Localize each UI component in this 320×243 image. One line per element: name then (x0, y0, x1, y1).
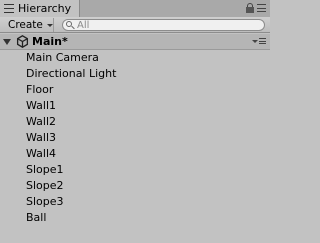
search-field[interactable] (62, 19, 265, 31)
tab-controls (246, 2, 266, 14)
lock-icon[interactable] (246, 3, 254, 13)
dropdown-arrow-icon (46, 23, 53, 27)
hierarchy-toolbar: Create (0, 17, 270, 33)
hierarchy-item[interactable]: Main Camera (0, 50, 270, 66)
hierarchy-item[interactable]: Wall4 (0, 146, 270, 162)
hierarchy-window: Hierarchy Create Main* Main (0, 0, 270, 243)
hierarchy-item[interactable]: Slope1 (0, 162, 270, 178)
hierarchy-tab-icon (4, 4, 14, 13)
search-icon[interactable] (66, 20, 75, 30)
hierarchy-item[interactable]: Slope2 (0, 178, 270, 194)
scene-header[interactable]: Main* (0, 34, 270, 50)
hierarchy-object-list: Main Camera Directional Light Floor Wall… (0, 50, 270, 226)
hierarchy-item[interactable]: Wall2 (0, 114, 270, 130)
scene-menu-icon[interactable] (252, 38, 266, 44)
tab-label: Hierarchy (18, 2, 72, 15)
tab-hierarchy[interactable]: Hierarchy (0, 0, 80, 17)
hierarchy-item[interactable]: Wall1 (0, 98, 270, 114)
unity-logo-icon (16, 35, 29, 48)
foldout-arrow-icon[interactable] (3, 38, 11, 45)
hierarchy-item[interactable]: Ball (0, 210, 270, 226)
create-button[interactable]: Create (4, 18, 54, 32)
search-input[interactable] (75, 20, 255, 30)
hierarchy-item[interactable]: Floor (0, 82, 270, 98)
hierarchy-item[interactable]: Slope3 (0, 194, 270, 210)
create-label: Create (8, 19, 43, 31)
scene-name: Main* (32, 35, 68, 48)
tab-bar: Hierarchy (0, 0, 270, 17)
menu-icon[interactable] (257, 4, 266, 12)
hierarchy-item[interactable]: Wall3 (0, 130, 270, 146)
hierarchy-item[interactable]: Directional Light (0, 66, 270, 82)
